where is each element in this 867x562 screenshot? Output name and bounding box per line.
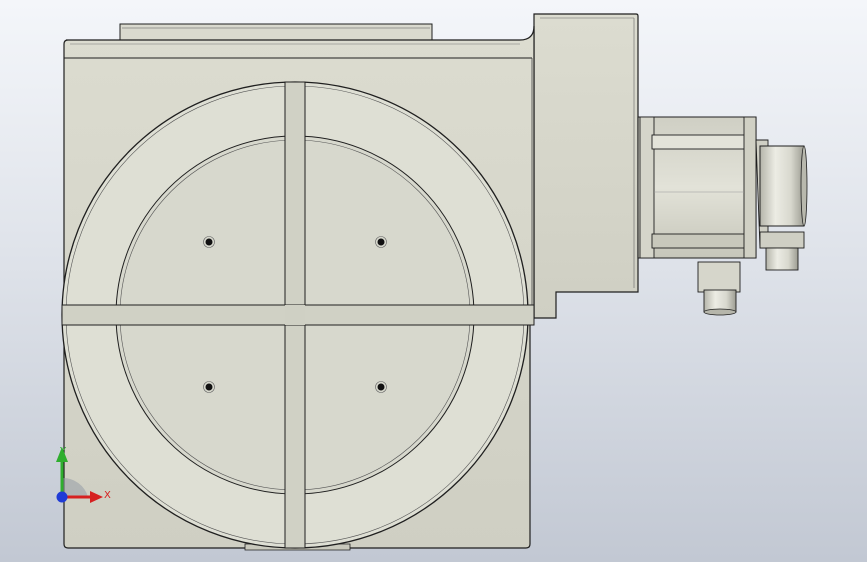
z-axis-dot [56, 491, 68, 503]
y-axis-label: Y [59, 446, 67, 457]
top-lip [119, 23, 433, 41]
cad-viewport[interactable]: Y X [0, 0, 867, 562]
x-axis-label: X [104, 490, 111, 501]
drive-housing [533, 13, 639, 319]
cad-model-drawing[interactable]: Y X [0, 0, 867, 562]
